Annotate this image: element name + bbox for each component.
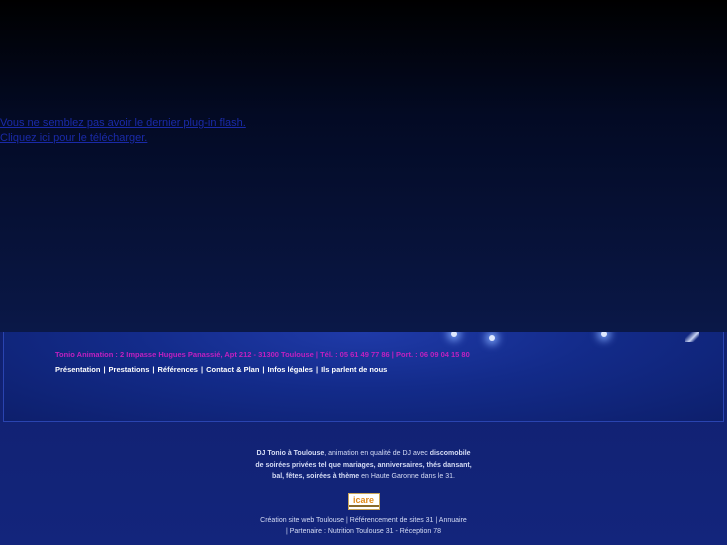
footer-description-line-2: de soirées privées tel que mariages, ann… bbox=[255, 461, 472, 469]
nav-item-prestations[interactable]: Prestations bbox=[109, 365, 150, 374]
nav-separator: | bbox=[315, 365, 319, 374]
nav-separator: | bbox=[262, 365, 265, 374]
footer-links-row-2: | Partenaire : Nutrition Toulouse 31 - R… bbox=[285, 528, 442, 535]
nav-separator: | bbox=[152, 365, 155, 374]
footer-description-line-1: DJ Tonio à Toulouse, animation en qualit… bbox=[0, 448, 727, 460]
page: Vous ne semblez pas avoir le dernier plu… bbox=[0, 0, 727, 545]
footer-text: en Haute Garonne dans le 31. bbox=[359, 473, 455, 480]
stage-light-icon bbox=[601, 332, 607, 337]
nav-separator: | bbox=[200, 365, 204, 374]
nav-item-presentation[interactable]: Présentation bbox=[55, 365, 100, 374]
flash-placeholder: Vous ne semblez pas avoir le dernier plu… bbox=[0, 0, 727, 332]
icare-logo-text: icare bbox=[352, 494, 375, 505]
footer-link-annuaire[interactable]: Annuaire bbox=[439, 517, 467, 524]
footer-keyword: DJ Tonio à Toulouse bbox=[256, 450, 325, 457]
footer-links-row-1: Création site web Toulouse | Référenceme… bbox=[260, 517, 467, 524]
footer-keyword: bal, fêtes, soirées à thème bbox=[272, 473, 360, 480]
footer-link-creation-site[interactable]: Création site web Toulouse bbox=[260, 517, 344, 524]
header-panel: Tonio Animation : 2 Impasse Hugues Panas… bbox=[3, 332, 724, 422]
stage-light-icon bbox=[489, 335, 495, 341]
stage-light-icon bbox=[451, 332, 457, 337]
flash-download-link[interactable]: Cliquez ici pour le télécharger. bbox=[0, 131, 147, 145]
footer-description-line-3: bal, fêtes, soirées à thème en Haute Gar… bbox=[0, 471, 727, 483]
nav-item-contact-plan[interactable]: Contact & Plan bbox=[206, 365, 259, 374]
contact-info: Tonio Animation : 2 Impasse Hugues Panas… bbox=[55, 350, 470, 359]
footer: DJ Tonio à Toulouse, animation en qualit… bbox=[0, 448, 727, 537]
footer-links: Création site web Toulouse | Référenceme… bbox=[0, 515, 727, 537]
nav-item-infos-legales[interactable]: Infos légales bbox=[268, 365, 313, 374]
flash-plugin-message-link[interactable]: Vous ne semblez pas avoir le dernier plu… bbox=[0, 116, 246, 130]
footer-text: , animation en qualité de DJ avec bbox=[324, 450, 430, 457]
nav-separator: | bbox=[103, 365, 106, 374]
icare-logo[interactable]: icare bbox=[347, 492, 380, 510]
footer-link-reception[interactable]: Réception 78 bbox=[400, 528, 441, 535]
main-nav: Présentation | Prestations | Références | Cont… bbox=[55, 365, 387, 374]
icare-logo-underline bbox=[348, 504, 379, 507]
footer-keyword: discomobile bbox=[429, 450, 471, 457]
nav-item-references[interactable]: Références bbox=[158, 365, 198, 374]
light-streak-icon bbox=[685, 332, 699, 342]
footer-link-partenaire[interactable]: Partenaire : Nutrition Toulouse 31 bbox=[290, 528, 394, 535]
nav-item-ils-parlent-de-nous[interactable]: Ils parlent de nous bbox=[321, 365, 387, 374]
footer-link-referencement[interactable]: Référencement de sites 31 bbox=[350, 517, 434, 524]
